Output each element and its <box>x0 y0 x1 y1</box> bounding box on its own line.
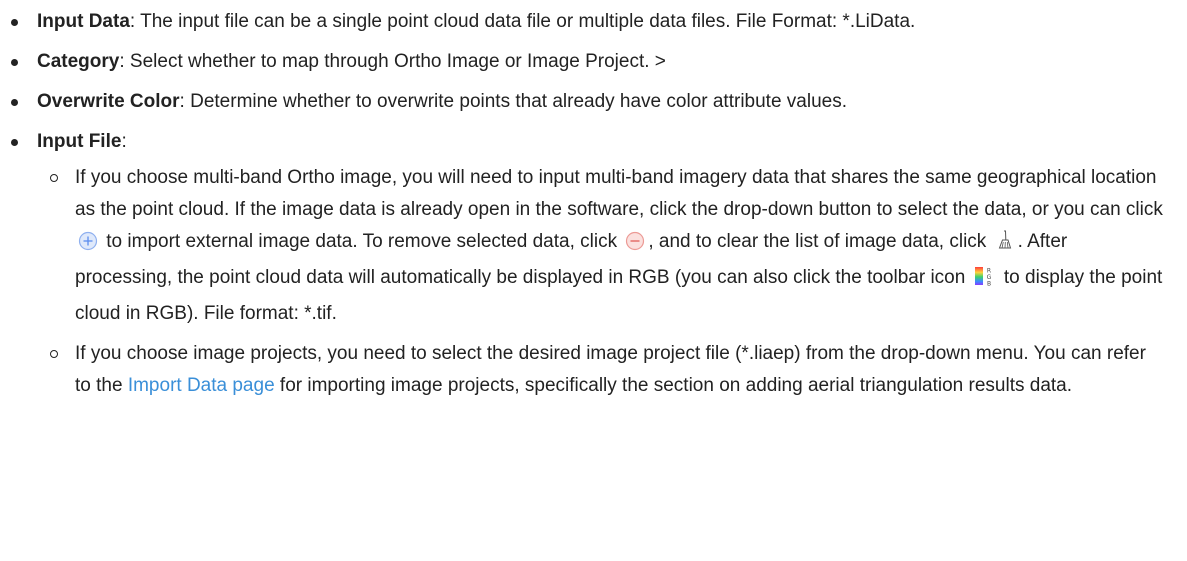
sublist-item-ortho: If you choose multi-band Ortho image, yo… <box>50 162 1167 330</box>
desc-overwrite-color: : Determine whether to overwrite points … <box>179 91 847 112</box>
broom-icon <box>995 229 1015 262</box>
rgb-toolbar-icon: R G B <box>974 265 996 298</box>
sublist-item-project: If you choose image projects, you need t… <box>50 338 1167 402</box>
list-item-overwrite-color: Overwrite Color: Determine whether to ov… <box>11 86 1167 118</box>
list-item-input-file: Input File: If you choose multi-band Ort… <box>11 126 1167 402</box>
ortho-text-2: to import external image data. To remove… <box>106 231 618 252</box>
document-body: Input Data: The input file can be a sing… <box>0 0 1187 402</box>
import-data-page-link[interactable]: Import Data page <box>128 375 275 396</box>
term-category: Category <box>37 51 120 72</box>
ortho-text-1: If you choose multi-band Ortho image, yo… <box>75 167 1163 220</box>
desc-input-file: : <box>121 131 127 152</box>
desc-category: : Select whether to map through Ortho Im… <box>119 51 666 72</box>
project-text-2: for importing image projects, specifical… <box>279 375 1073 396</box>
list-item-category: Category: Select whether to map through … <box>11 46 1167 78</box>
desc-input-data: : The input file can be a single point c… <box>129 11 916 32</box>
parameter-list: Input Data: The input file can be a sing… <box>0 6 1167 402</box>
input-file-sublist: If you choose multi-band Ortho image, yo… <box>37 162 1167 402</box>
ortho-text-3: , and to clear the list of image data, c… <box>648 231 987 252</box>
term-input-data: Input Data <box>37 11 130 32</box>
term-overwrite-color: Overwrite Color <box>37 91 180 112</box>
term-input-file: Input File <box>37 131 122 152</box>
list-item-input-data: Input Data: The input file can be a sing… <box>11 6 1167 38</box>
svg-text:B: B <box>987 281 991 288</box>
add-circle-icon <box>78 230 98 262</box>
remove-circle-icon <box>625 230 645 262</box>
